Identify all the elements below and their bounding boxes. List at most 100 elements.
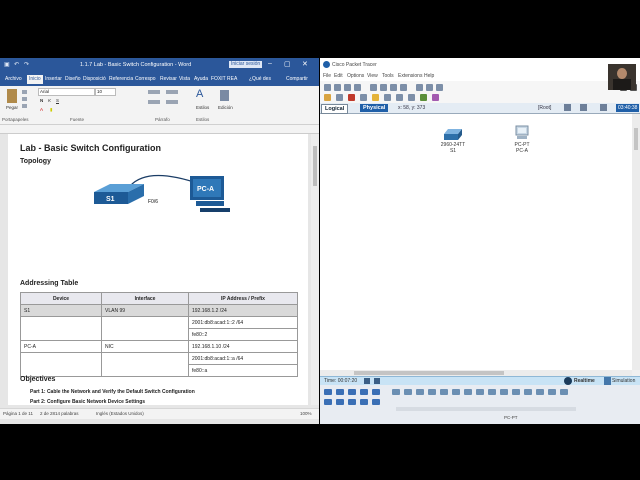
tab-ayuda[interactable]: Ayuda: [192, 75, 210, 84]
simulation-button[interactable]: Simulation: [612, 378, 635, 384]
security-icon[interactable]: [372, 399, 380, 405]
maximize-icon[interactable]: ▢: [284, 60, 291, 68]
device-model-8-icon[interactable]: [476, 389, 484, 395]
device-model-15-icon[interactable]: [560, 389, 568, 395]
tab-correspondencia[interactable]: Correspo: [133, 75, 158, 84]
device-model-3-icon[interactable]: [416, 389, 424, 395]
save-icon[interactable]: [344, 84, 351, 91]
tab-vista[interactable]: Vista: [177, 75, 192, 84]
menu-file[interactable]: File: [323, 73, 331, 79]
device-model-12-icon[interactable]: [524, 389, 532, 395]
device-model-7-icon[interactable]: [464, 389, 472, 395]
simulation-icon[interactable]: [604, 377, 611, 385]
scroll-thumb[interactable]: [634, 128, 638, 150]
tab-disposicion[interactable]: Disposició: [81, 75, 108, 84]
device-model-2-icon[interactable]: [404, 389, 412, 395]
bold-icon[interactable]: N: [40, 98, 43, 103]
components-icon[interactable]: [348, 389, 356, 395]
undo-icon[interactable]: ↶: [14, 61, 19, 68]
menu-help[interactable]: Help: [424, 73, 434, 79]
tab-referencias[interactable]: Referencia: [107, 75, 135, 84]
device-model-13-icon[interactable]: [536, 389, 544, 395]
network-devices-icon[interactable]: [324, 389, 332, 395]
device-model-11-icon[interactable]: [512, 389, 520, 395]
realtime-button[interactable]: Realtime: [574, 378, 595, 384]
tell-me-search[interactable]: ¿Qué des: [247, 75, 273, 84]
menu-tools[interactable]: Tools: [382, 73, 394, 79]
connections-icon[interactable]: [360, 389, 368, 395]
menu-edit[interactable]: Edit: [334, 73, 343, 79]
pc-device-icon[interactable]: [514, 125, 530, 141]
save-icon[interactable]: ▣: [4, 61, 10, 68]
font-color-icon[interactable]: A: [40, 107, 43, 112]
numbering-icon[interactable]: [166, 90, 178, 94]
device-model-10-icon[interactable]: [500, 389, 508, 395]
device-model-4-icon[interactable]: [428, 389, 436, 395]
device-model-14-icon[interactable]: [548, 389, 556, 395]
add-complex-pdu-icon[interactable]: [432, 94, 439, 101]
word-vertical-scrollbar[interactable]: [311, 134, 319, 405]
tab-inicio[interactable]: Inicio: [27, 75, 43, 84]
new-cluster-icon[interactable]: [580, 104, 587, 111]
document-page[interactable]: Lab - Basic Switch Configuration Topolog…: [8, 134, 308, 405]
menu-view[interactable]: View: [367, 73, 378, 79]
draw-ellipse-icon[interactable]: [408, 94, 415, 101]
paste-icon[interactable]: [7, 89, 17, 103]
hubs-icon[interactable]: [348, 399, 356, 405]
device-model-5-icon[interactable]: [440, 389, 448, 395]
switch-device-icon[interactable]: [442, 127, 464, 141]
italic-icon[interactable]: K: [48, 98, 51, 103]
device-model-9-icon[interactable]: [488, 389, 496, 395]
logical-workspace[interactable]: 2960-24TT S1 PC-PT PC-A: [320, 114, 632, 370]
menu-options[interactable]: Options: [347, 73, 364, 79]
menu-extensions[interactable]: Extensions: [398, 73, 422, 79]
tab-physical[interactable]: Physical: [360, 104, 389, 112]
editing-icon[interactable]: [220, 90, 229, 101]
root-label[interactable]: [Root]: [538, 105, 551, 111]
copy-icon[interactable]: [22, 97, 27, 101]
font-name-box[interactable]: Arial: [38, 88, 95, 96]
tab-foxit[interactable]: FOXIT REA: [209, 75, 239, 84]
styles-icon[interactable]: A: [196, 88, 203, 100]
resize-icon[interactable]: [360, 94, 367, 101]
new-icon[interactable]: [324, 84, 331, 91]
redo-icon[interactable]: [400, 84, 407, 91]
zoom-in-icon[interactable]: [416, 84, 423, 91]
share-button[interactable]: Compartir: [284, 75, 310, 84]
copy-icon[interactable]: [370, 84, 377, 91]
wireless-icon[interactable]: [360, 399, 368, 405]
close-icon[interactable]: ✕: [302, 60, 308, 68]
align-center-icon[interactable]: [166, 100, 178, 104]
sign-in-button[interactable]: Iniciar sesión: [229, 61, 263, 68]
undo-icon[interactable]: [390, 84, 397, 91]
minimize-icon[interactable]: –: [268, 60, 272, 67]
zoom-out-icon[interactable]: [436, 84, 443, 91]
draw-line-icon[interactable]: [384, 94, 391, 101]
inspect-icon[interactable]: [336, 94, 343, 101]
scroll-thumb[interactable]: [354, 371, 504, 375]
bullets-icon[interactable]: [148, 90, 160, 94]
power-cycle-icon[interactable]: [364, 378, 370, 384]
format-painter-icon[interactable]: [22, 104, 27, 108]
tab-logical[interactable]: Logical: [321, 104, 349, 114]
tab-archivo[interactable]: Archivo: [3, 75, 24, 84]
end-devices-icon[interactable]: [336, 389, 344, 395]
switches-icon[interactable]: [336, 399, 344, 405]
misc-icon[interactable]: [372, 389, 380, 395]
cut-icon[interactable]: [22, 90, 27, 94]
highlight-icon[interactable]: ▮: [50, 107, 52, 113]
select-icon[interactable]: [324, 94, 331, 101]
tab-insertar[interactable]: Insertar: [43, 75, 64, 84]
note-icon[interactable]: [372, 94, 379, 101]
align-left-icon[interactable]: [148, 100, 160, 104]
routers-icon[interactable]: [324, 399, 332, 405]
open-icon[interactable]: [334, 84, 341, 91]
print-icon[interactable]: [354, 84, 361, 91]
delete-icon[interactable]: [348, 94, 355, 101]
redo-icon[interactable]: ↷: [24, 61, 29, 68]
draw-rect-icon[interactable]: [396, 94, 403, 101]
scroll-thumb[interactable]: [313, 146, 317, 186]
tab-diseno[interactable]: Diseño: [63, 75, 83, 84]
underline-icon[interactable]: S: [56, 98, 59, 103]
paste-icon[interactable]: [380, 84, 387, 91]
